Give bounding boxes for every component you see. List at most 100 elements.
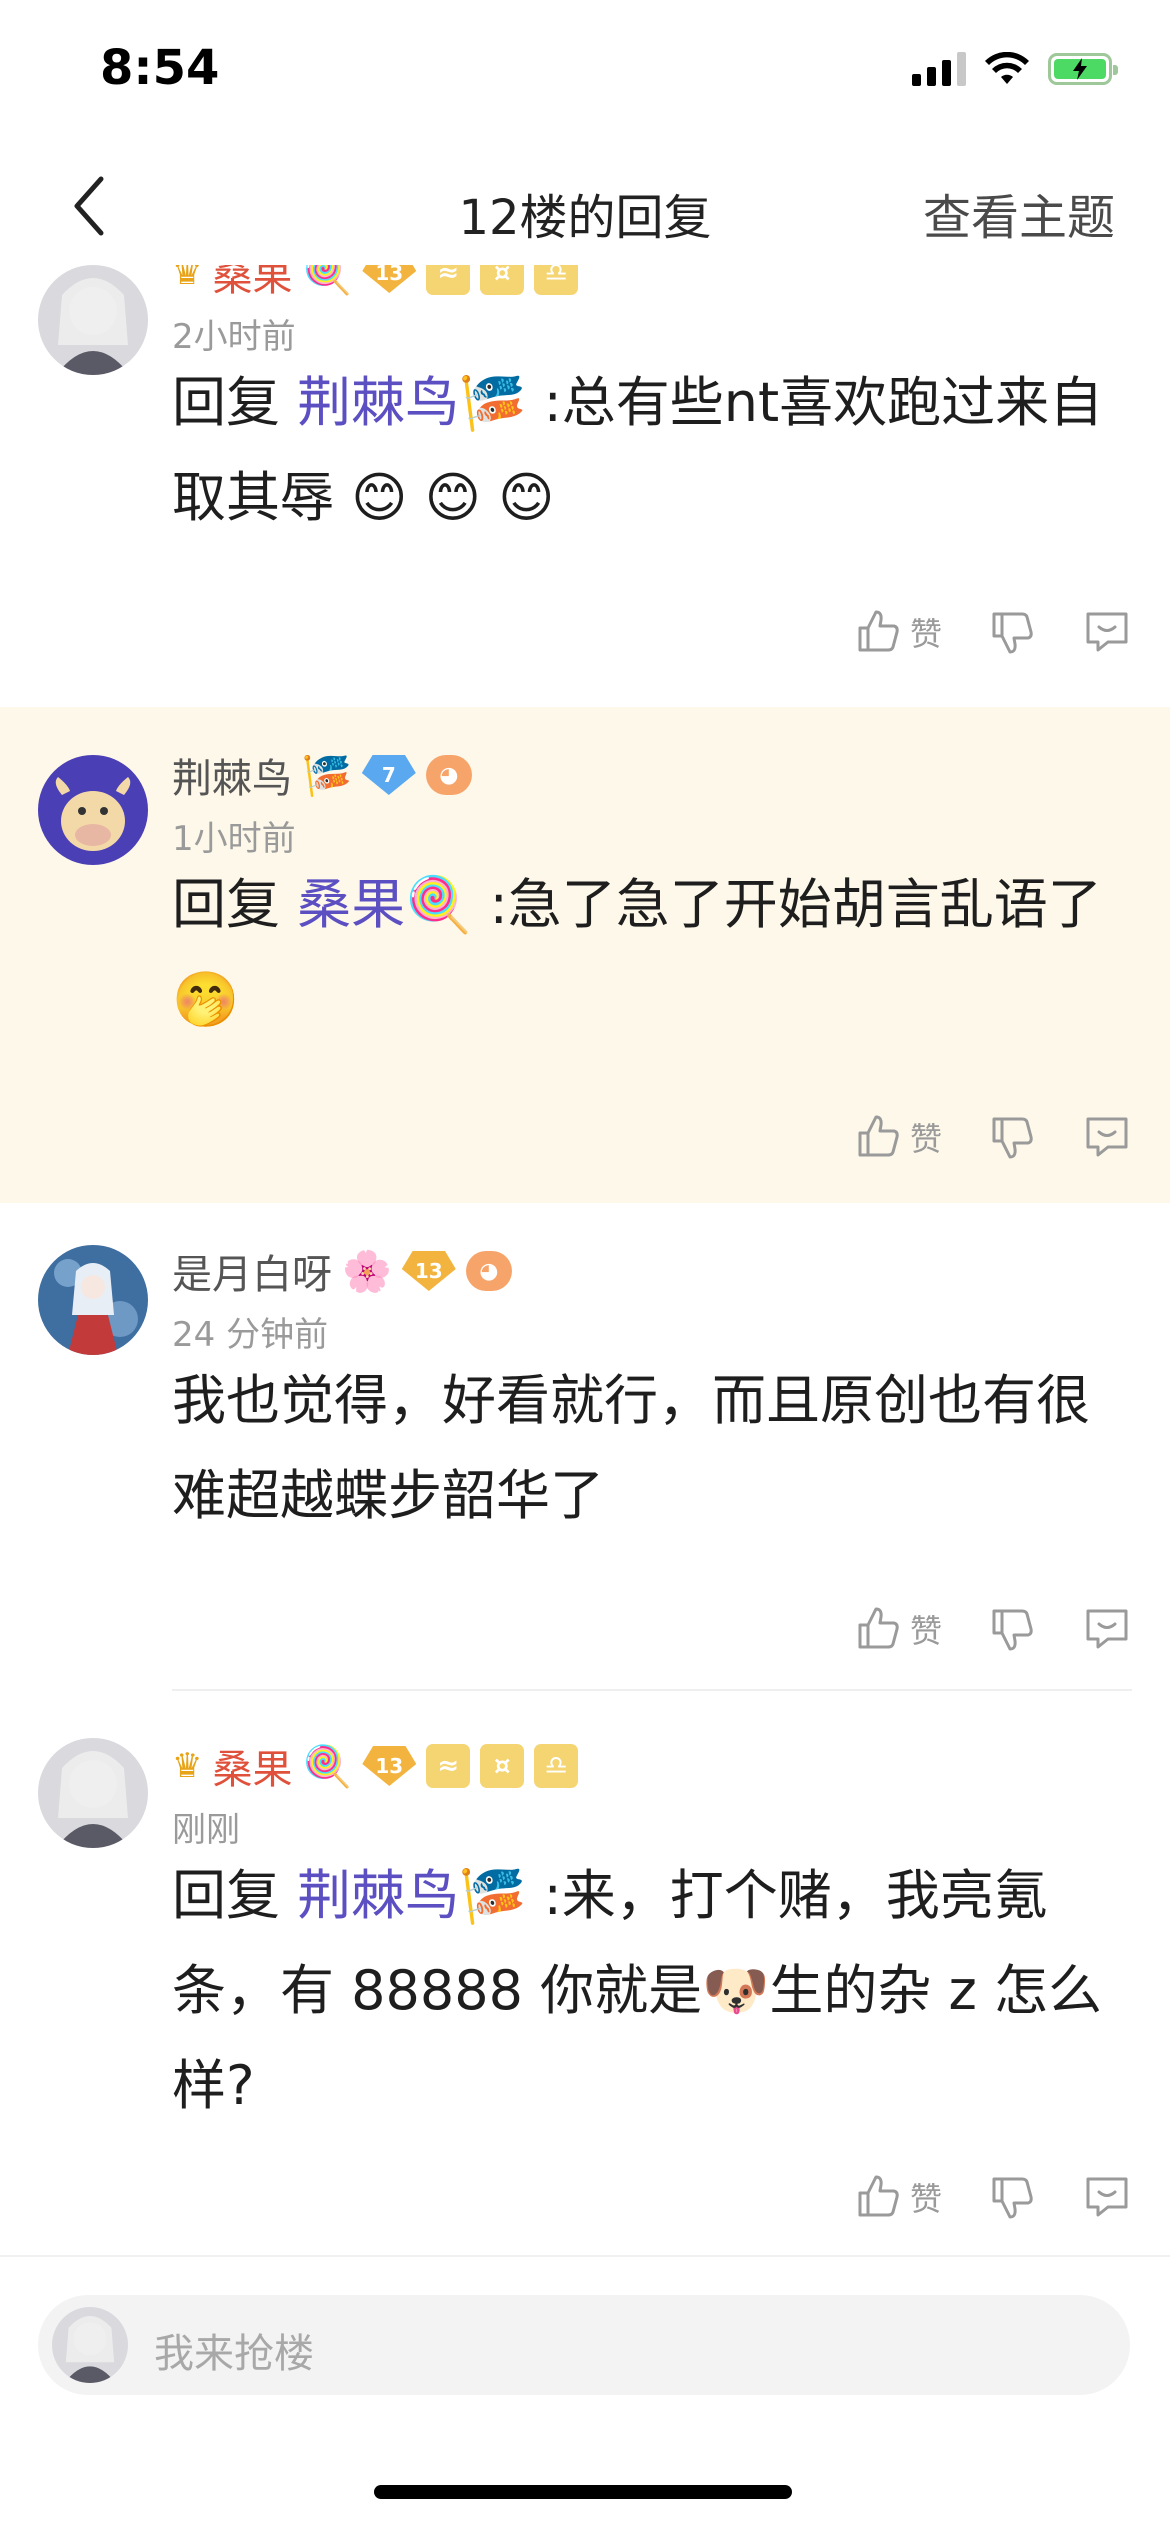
comment-button[interactable] (1082, 1113, 1132, 1161)
post-time: 刚刚 (172, 1810, 240, 1850)
post-time: 24 分钟前 (172, 1315, 329, 1355)
aquarius-badge-icon: ≈ (426, 1744, 471, 1788)
username-emoji: 🍭 (302, 265, 353, 297)
mention-emoji: 🎏 (459, 371, 527, 434)
trailing-emoji: 🤭 (172, 968, 240, 1031)
reply-content: 回复 荆棘鸟🎏 :来，打个赌，我亮氪条，有 88888 你就是🐶生的杂 z 怎么… (172, 1848, 1112, 2133)
reply-prefix: 回复 (172, 1864, 280, 1927)
avatar[interactable] (38, 1738, 148, 1848)
libra-badge-icon: ♎ (534, 1744, 579, 1788)
level-badge: 13 (362, 265, 417, 293)
dislike-button[interactable] (988, 608, 1036, 656)
like-button[interactable]: 赞 (854, 1605, 942, 1653)
status-bar: 8:54 (0, 0, 1170, 150)
reply-prefix: 回复 (172, 371, 280, 434)
medal-badge-icon: ¤ (480, 1744, 525, 1788)
comment-button[interactable] (1082, 608, 1132, 656)
mention-emoji: 🎏 (459, 1864, 527, 1927)
mention-emoji: 🍭 (405, 873, 473, 936)
comment-button[interactable] (1082, 2173, 1132, 2221)
username[interactable]: 桑果 (212, 1737, 292, 1795)
like-button[interactable]: 赞 (854, 608, 942, 656)
dislike-button[interactable] (988, 1113, 1036, 1161)
divider (172, 1689, 1132, 1691)
thumbs-up-icon (858, 2175, 899, 2217)
view-topic-button[interactable]: 查看主题 (923, 178, 1115, 248)
trailing-emoji: 😊 😊 😊 (351, 466, 555, 529)
thumbs-down-icon (992, 2177, 1033, 2219)
action-bar: 赞 (808, 1113, 1132, 1161)
action-bar: 赞 (808, 608, 1132, 656)
thumbs-down-icon (992, 1117, 1033, 1159)
comment-icon (1086, 612, 1128, 652)
reply-input[interactable]: 我来抢楼 (38, 2295, 1130, 2395)
user-row: 荆棘鸟 🎏 7 ◕ (172, 747, 472, 803)
like-label: 赞 (909, 615, 942, 653)
reply-prefix: 回复 (172, 873, 280, 936)
crown-icon: ♛ (172, 265, 203, 293)
comment-icon (1086, 2177, 1128, 2217)
like-label: 赞 (909, 1120, 942, 1158)
medal-badge-icon: ¤ (480, 265, 525, 295)
dislike-button[interactable] (988, 1605, 1036, 1653)
avatar[interactable] (38, 755, 148, 865)
reply-item: ♛ 桑果 🍭 13 ≈ ¤ ♎ 刚刚 回复 荆棘鸟🎏 :来，打个赌，我亮氪条，有… (0, 1693, 1170, 2255)
dislike-button[interactable] (988, 2173, 1036, 2221)
battery-icon (1048, 53, 1118, 85)
avatar (52, 2307, 128, 2383)
crown-icon: ♛ (172, 1746, 203, 1786)
comment-icon (1086, 1117, 1128, 1157)
mention-link[interactable]: 桑果 (297, 873, 405, 936)
action-bar: 赞 (808, 2173, 1132, 2221)
thumbs-up-icon (858, 610, 899, 652)
reply-item-highlighted: 荆棘鸟 🎏 7 ◕ 1小时前 回复 桑果🍭 :急了急了开始胡言乱语了 🤭 赞 (0, 707, 1170, 1203)
status-icons (912, 52, 1118, 86)
post-time: 1小时前 (172, 819, 296, 859)
game-badge-icon: ◕ (465, 1251, 512, 1291)
home-indicator (374, 2485, 792, 2499)
dog-emoji: 🐶 (702, 1959, 770, 2022)
username-emoji: 🍭 (302, 1743, 353, 1790)
level-badge: 13 (362, 1746, 417, 1786)
game-badge-icon: ◕ (425, 755, 472, 795)
like-button[interactable]: 赞 (854, 2173, 942, 2221)
thumbs-up-icon (858, 1115, 899, 1157)
reply-content: 回复 荆棘鸟🎏 :总有些nt喜欢跑过来自取其辱 😊 😊 😊 (172, 355, 1112, 545)
thumbs-down-icon (992, 612, 1033, 654)
username-emoji: 🎏 (302, 752, 352, 799)
signal-icon (912, 52, 966, 86)
reply-item: ♛ 桑果 🍭 13 ≈ ¤ ♎ 2小时前 回复 荆棘鸟🎏 :总有些nt喜欢跑过来… (0, 265, 1170, 742)
thumbs-down-icon (992, 1609, 1033, 1651)
user-row: 是月白呀 🌸 13 ◕ (172, 1243, 512, 1299)
status-time: 8:54 (100, 40, 220, 96)
username[interactable]: 桑果 (212, 265, 292, 302)
reply-text: 我也觉得，好看就行，而且原创也有很难超越蝶步韶华了 (172, 1369, 1090, 1527)
username[interactable]: 是月白呀 (172, 1242, 332, 1300)
reply-list[interactable]: ♛ 桑果 🍭 13 ≈ ¤ ♎ 2小时前 回复 荆棘鸟🎏 :总有些nt喜欢跑过来… (0, 265, 1170, 2255)
nav-bar: 12楼的回复 查看主题 (0, 150, 1170, 265)
thumbs-up-icon (858, 1607, 899, 1649)
avatar[interactable] (38, 265, 148, 375)
like-button[interactable]: 赞 (854, 1113, 942, 1161)
username[interactable]: 荆棘鸟 (172, 746, 292, 804)
username-emoji: 🌸 (342, 1248, 392, 1295)
reply-item: 是月白呀 🌸 13 ◕ 24 分钟前 我也觉得，好看就行，而且原创也有很难超越蝶… (0, 1203, 1170, 1693)
like-label: 赞 (909, 1612, 942, 1650)
wifi-icon (985, 52, 1029, 84)
reply-text: :急了急了开始胡言乱语了 (489, 873, 1102, 936)
user-row: ♛ 桑果 🍭 13 ≈ ¤ ♎ (172, 265, 579, 302)
reply-content: 回复 桑果🍭 :急了急了开始胡言乱语了 🤭 (172, 857, 1112, 1047)
avatar[interactable] (38, 1245, 148, 1355)
reply-content: 我也觉得，好看就行，而且原创也有很难超越蝶步韶华了 (172, 1353, 1112, 1543)
input-placeholder: 我来抢楼 (154, 2331, 314, 2377)
comment-button[interactable] (1082, 1605, 1132, 1653)
bottom-bar: 我来抢楼 (0, 2255, 1170, 2532)
mention-link[interactable]: 荆棘鸟 (297, 1864, 459, 1927)
like-label: 赞 (909, 2180, 942, 2218)
level-badge: 13 (401, 1251, 456, 1291)
comment-icon (1086, 1609, 1128, 1649)
level-badge: 7 (361, 755, 416, 795)
mention-link[interactable]: 荆棘鸟 (297, 371, 459, 434)
action-bar: 赞 (808, 1605, 1132, 1653)
libra-badge-icon: ♎ (534, 265, 579, 295)
